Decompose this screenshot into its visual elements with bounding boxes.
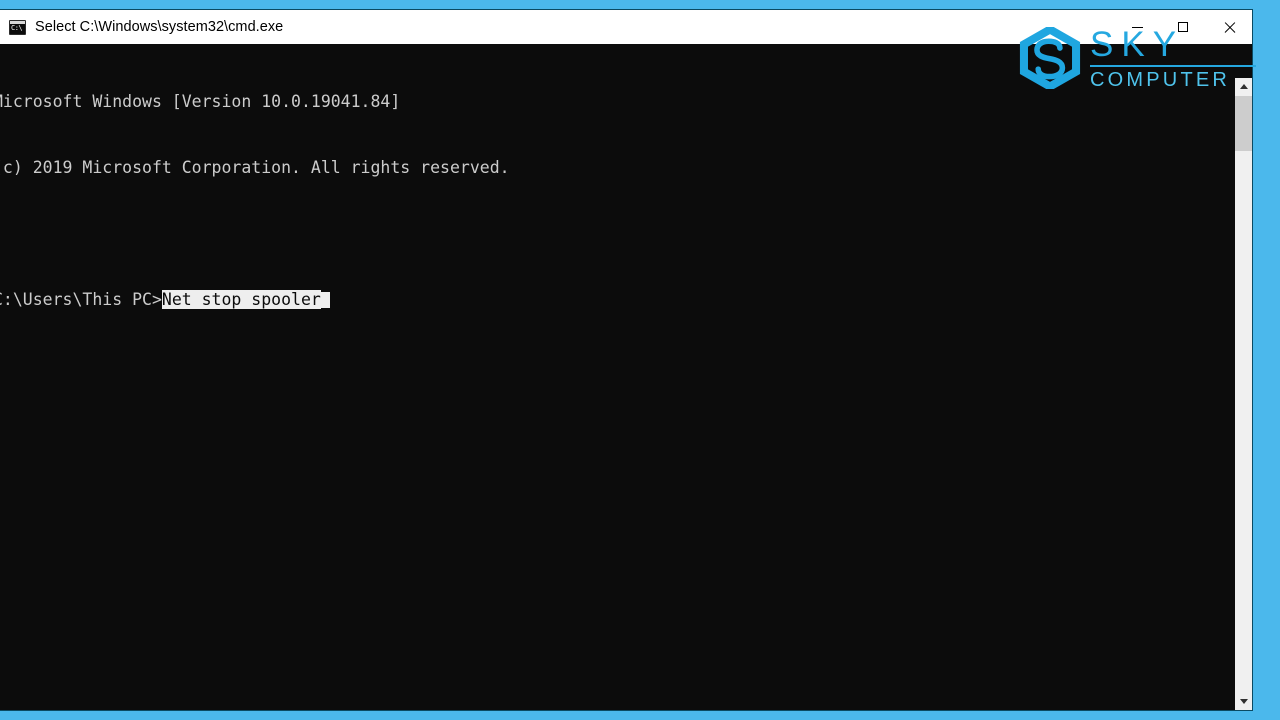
command-prompt-window: Select C:\Windows\system32\cmd.exe Micro… (0, 10, 1252, 710)
prompt-path: C:\Users\This PC> (0, 290, 162, 309)
vertical-scrollbar[interactable] (1234, 78, 1252, 710)
close-icon (1223, 21, 1236, 34)
scroll-up-arrow[interactable] (1235, 78, 1252, 95)
console-prompt-line: C:\Users\This PC>Net stop spooler (0, 289, 510, 311)
window-title: Select C:\Windows\system32\cmd.exe (35, 19, 284, 35)
window-controls (1114, 10, 1252, 44)
console-output-area[interactable]: Microsoft Windows [Version 10.0.19041.84… (0, 44, 1252, 710)
maximize-icon (1178, 22, 1188, 32)
cmd-console-icon (9, 19, 26, 35)
console-line: (c) 2019 Microsoft Corporation. All righ… (0, 158, 510, 177)
maximize-button[interactable] (1160, 10, 1206, 44)
minimize-button[interactable] (1114, 10, 1160, 44)
minimize-icon (1131, 27, 1143, 28)
window-titlebar[interactable]: Select C:\Windows\system32\cmd.exe (0, 10, 1252, 45)
console-line: Microsoft Windows [Version 10.0.19041.84… (0, 92, 401, 111)
console-text: Microsoft Windows [Version 10.0.19041.84… (0, 47, 510, 355)
scrollbar-thumb[interactable] (1235, 96, 1252, 151)
close-button[interactable] (1206, 10, 1252, 44)
command-input-selected[interactable]: Net stop spooler (161, 290, 321, 309)
scroll-down-arrow[interactable] (1235, 693, 1252, 710)
screen: Select C:\Windows\system32\cmd.exe Micro… (0, 0, 1280, 720)
text-cursor (320, 292, 330, 308)
